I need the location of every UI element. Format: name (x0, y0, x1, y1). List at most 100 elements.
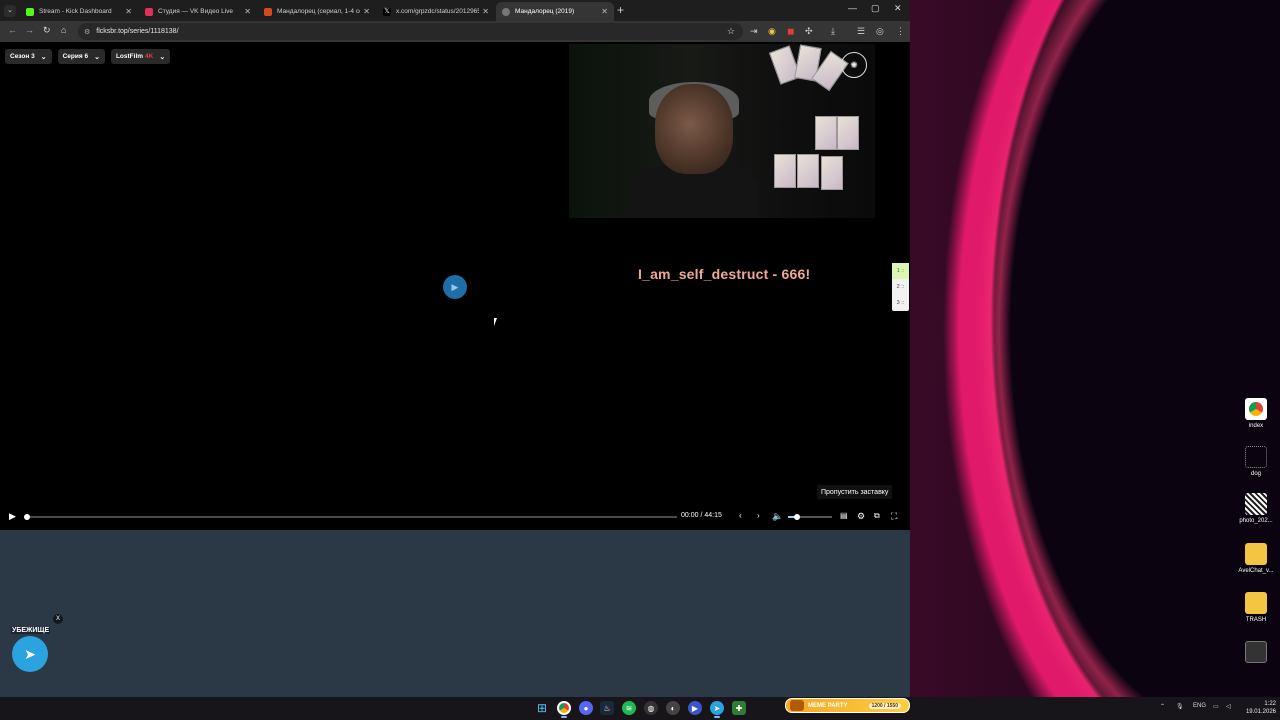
next-episode-icon[interactable]: › (757, 511, 760, 520)
meme-party-label: MEME PARTY (808, 702, 848, 709)
wallpaper-glow (905, 0, 1280, 700)
system-clock[interactable]: 1:22 19.01.2026 (1240, 700, 1276, 716)
fullscreen-icon[interactable]: ⛶ (891, 511, 897, 522)
window-close-icon[interactable]: ✕ (894, 3, 902, 14)
volume-slider[interactable] (788, 514, 832, 520)
desktop-icon-photo[interactable]: photo_202... (1234, 493, 1278, 524)
reload-icon[interactable]: ↻ (43, 25, 51, 36)
popout-icon[interactable]: ⧉ (874, 511, 880, 521)
desktop-icon-label: AvelChat_v... (1238, 568, 1274, 574)
microphone-icon[interactable]: 🎙 (1176, 703, 1184, 710)
image-icon (1245, 446, 1267, 468)
language-indicator[interactable]: ENG (1193, 703, 1206, 709)
discord-icon[interactable]: ● (579, 701, 593, 715)
progress-handle[interactable] (24, 514, 30, 520)
meme-party-icon (790, 700, 804, 711)
tab-title: Студия — VK Видео Live (158, 8, 234, 15)
forward-icon[interactable]: → (25, 25, 34, 35)
new-tab-button[interactable]: + (617, 3, 624, 17)
start-windows-icon[interactable]: ⊞ (535, 701, 549, 715)
meme-party-widget[interactable]: MEME PARTY 1200 / 1550 (785, 698, 910, 713)
home-icon[interactable]: ⌂ (61, 25, 66, 35)
spotify-icon[interactable]: ≋ (622, 701, 636, 715)
qr-icon (1245, 493, 1267, 515)
tray-chevron-icon[interactable]: ⌃ (1160, 703, 1165, 710)
previous-episode-icon[interactable]: ‹ (739, 511, 742, 520)
chrome-taskbar-icon[interactable] (557, 701, 571, 718)
bookmark-star-icon[interactable]: ☆ (727, 26, 735, 37)
folder-icon (1245, 543, 1267, 565)
media-player-icon[interactable]: ▶ (688, 701, 702, 715)
desktop-icon-avelchat[interactable]: AvelChat_v... (1234, 543, 1278, 574)
x-icon: 𝕏 (383, 7, 391, 16)
side-tab-1[interactable]: 1 :: (892, 263, 909, 279)
network-icon[interactable]: ▭ (1213, 703, 1219, 710)
volume-icon[interactable]: 🔈 (772, 511, 783, 522)
duration: 44:15 (704, 512, 722, 519)
tarot-card (815, 116, 837, 150)
tab-vk-video[interactable]: Студия — VK Видео Live ✕ (139, 2, 257, 21)
minimize-icon[interactable]: — (848, 3, 857, 13)
steam-icon[interactable]: ♨ (600, 701, 614, 715)
tab-kick-dashboard[interactable]: Stream - Kick Dashboard ✕ (20, 2, 138, 21)
side-tab-2[interactable]: 2 :: (892, 279, 909, 295)
folder-icon (1245, 592, 1267, 614)
desktop-icon-label: TRASH (1245, 617, 1267, 623)
close-icon[interactable]: ✕ (125, 7, 132, 16)
telegram-icon[interactable]: ➤ (12, 636, 48, 672)
play-icon[interactable]: ▶ (9, 511, 16, 522)
tab-x-status[interactable]: 𝕏 x.com/grpzdc/status/20129653 ✕ (377, 2, 495, 21)
tab-search-button[interactable]: ⌄ (4, 5, 16, 17)
telegram-widget[interactable]: УБЕЖИЩЕ X ➤ (11, 614, 63, 672)
browser-window: ⌄ Stream - Kick Dashboard ✕ Студия — VK … (0, 0, 910, 697)
file-icon (1245, 641, 1267, 663)
site-info-icon[interactable]: ⚙ (84, 28, 90, 36)
subtitles-icon[interactable]: ▤ (840, 511, 848, 520)
desktop-icon-file[interactable] (1234, 641, 1278, 666)
vk-icon (145, 7, 153, 16)
tarot-card (774, 154, 796, 188)
close-icon[interactable]: ✕ (482, 7, 489, 16)
settings-gear-icon[interactable]: ⚙ (857, 511, 865, 522)
close-icon[interactable]: ✕ (601, 7, 608, 16)
back-icon[interactable]: ← (8, 25, 17, 35)
close-icon[interactable]: ✕ (363, 7, 370, 16)
webcam-person (655, 84, 733, 174)
menu-icon[interactable]: ⋮ (896, 26, 905, 37)
profile-icon[interactable]: ◎ (876, 26, 884, 37)
chrome-icon (1245, 398, 1267, 420)
tab-mandalorian-series[interactable]: Мандалорец (сериал, 1-4 сезо ✕ (258, 2, 376, 21)
desktop-icon-dog[interactable]: dog (1234, 446, 1278, 477)
speaker-icon[interactable]: ◁ (1226, 703, 1231, 710)
address-bar[interactable]: ⚙ flcksbr.top/series/1118138/ ☆ (78, 23, 743, 40)
reading-list-icon[interactable]: ☰ (857, 26, 865, 37)
widget-close-button[interactable]: X (53, 614, 63, 624)
episode-select[interactable]: Серия 6 ⌄ (57, 49, 105, 64)
tab-mandalorian-2019[interactable]: Мандалорец (2019) ✕ (496, 2, 614, 21)
taskbar: ⊞ ● ♨ ≋ ◍ ◐ ▶ ➤ ✚ MEME PARTY 1200 / 1550… (0, 697, 1280, 720)
progress-bar[interactable] (24, 514, 677, 520)
season-select[interactable]: Сезон 3 ⌄ (5, 49, 52, 64)
app-icon[interactable]: ◐ (666, 701, 680, 715)
volume-handle[interactable] (793, 514, 800, 520)
maximize-icon[interactable]: ▢ (871, 3, 880, 14)
desktop-icon-index[interactable]: index (1234, 398, 1278, 429)
download-icon[interactable]: ⤓ (831, 26, 835, 37)
app-icon[interactable]: ◍ (644, 701, 658, 715)
season-label: Сезон 3 (10, 53, 35, 60)
site-icon (264, 7, 272, 16)
side-tab-3[interactable]: 3 :: (892, 295, 909, 311)
extension-icon[interactable]: ◼ (787, 26, 794, 37)
video-player[interactable]: Сезон 3 ⌄ Серия 6 ⌄ LostFilm 4K ⌄ ✺ I_am… (0, 42, 910, 530)
app-icon[interactable]: ✚ (732, 701, 746, 715)
voice-select[interactable]: LostFilm 4K ⌄ (110, 49, 171, 64)
desktop-icon-trash[interactable]: TRASH (1234, 592, 1278, 623)
extension-icon[interactable]: ◉ (768, 26, 776, 37)
center-play-button[interactable]: ▶ (443, 275, 467, 299)
share-icon[interactable]: ⇥ (750, 26, 758, 37)
skip-intro-button[interactable]: Пропустить заставку (817, 485, 893, 499)
close-icon[interactable]: ✕ (244, 7, 251, 16)
tab-title: Мандалорец (2019) (515, 8, 575, 15)
telegram-taskbar-icon[interactable]: ➤ (710, 701, 724, 718)
extensions-puzzle-icon[interactable]: ✣ (805, 26, 813, 37)
